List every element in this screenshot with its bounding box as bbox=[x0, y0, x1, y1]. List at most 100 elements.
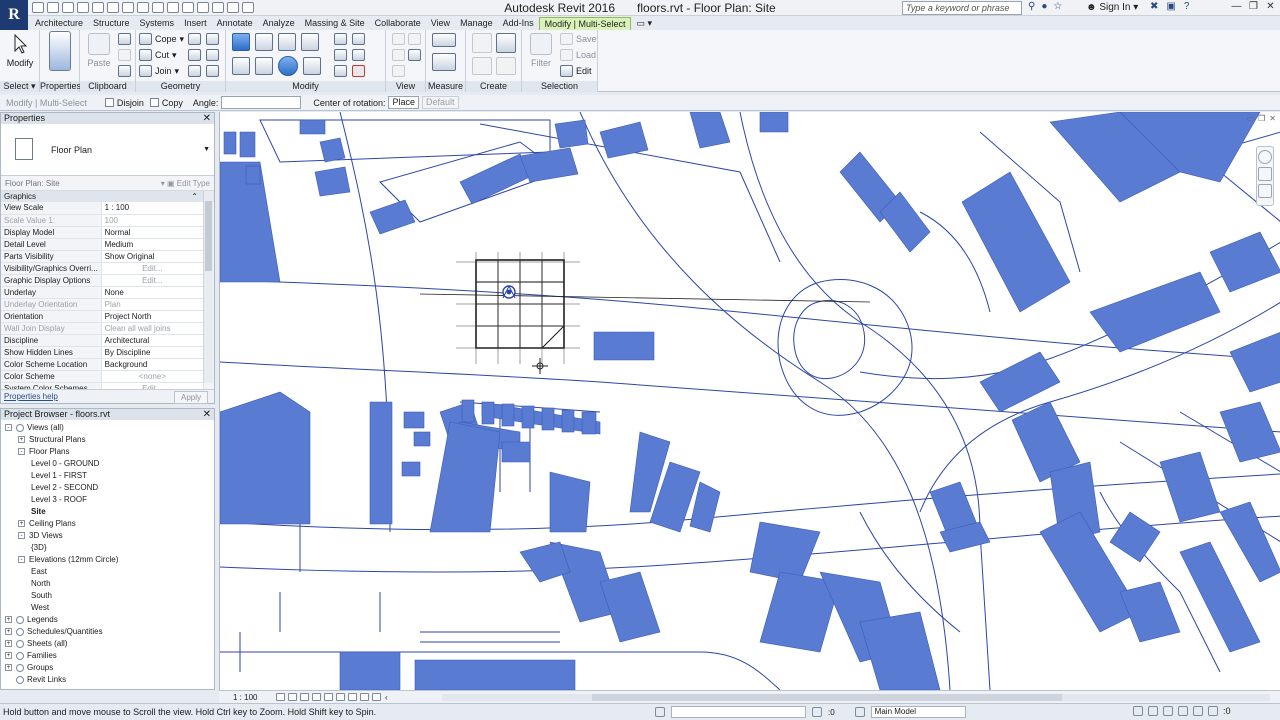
cut-geometry-button[interactable]: Cut ▾ bbox=[139, 49, 177, 61]
aligned-dimension-ribbon-icon[interactable] bbox=[432, 53, 456, 71]
communication-icon[interactable]: ▣ bbox=[1166, 1, 1175, 12]
minimize-icon[interactable]: — bbox=[1228, 0, 1245, 15]
tab-view[interactable]: View bbox=[426, 16, 455, 30]
browser-node[interactable]: - Elevations (12mm Circle) bbox=[1, 554, 214, 566]
close-icon[interactable]: ✕ bbox=[1262, 0, 1279, 15]
split-face-icon[interactable] bbox=[188, 49, 201, 61]
tab-massing-site[interactable]: Massing & Site bbox=[300, 16, 370, 30]
expand-icon[interactable]: + bbox=[5, 652, 12, 660]
select-links-icon[interactable] bbox=[1133, 706, 1143, 716]
worksharing-display-icon[interactable] bbox=[372, 693, 381, 701]
paint-icon[interactable] bbox=[206, 33, 219, 45]
canvas-minimize-icon[interactable]: ▭ bbox=[1247, 114, 1255, 123]
copy-modify-icon[interactable] bbox=[255, 57, 273, 75]
browser-node[interactable]: - Views (all) bbox=[1, 422, 214, 434]
browser-node[interactable]: West bbox=[1, 602, 214, 614]
array-icon[interactable] bbox=[334, 49, 347, 61]
remove-paint-icon[interactable] bbox=[206, 49, 219, 61]
select-by-face-icon[interactable] bbox=[1178, 706, 1188, 716]
default-button[interactable]: Default bbox=[421, 96, 459, 109]
tab-insert[interactable]: Insert bbox=[179, 16, 212, 30]
browser-node[interactable]: Level 2 - SECOND bbox=[1, 482, 214, 494]
browser-node[interactable]: {3D} bbox=[1, 542, 214, 554]
property-value[interactable]: Edit... bbox=[101, 274, 205, 287]
tab-structure[interactable]: Structure bbox=[88, 16, 135, 30]
property-value[interactable]: Normal bbox=[101, 226, 205, 239]
match-type-icon[interactable] bbox=[118, 65, 131, 77]
property-value[interactable]: Medium bbox=[101, 238, 205, 251]
delete-icon[interactable] bbox=[352, 65, 365, 77]
join-button[interactable]: Join ▾ bbox=[139, 65, 179, 77]
tab-collaborate[interactable]: Collaborate bbox=[370, 16, 426, 30]
trim-extend-icon[interactable] bbox=[303, 57, 321, 75]
browser-node[interactable]: + Legends bbox=[1, 614, 214, 626]
properties-button[interactable] bbox=[43, 31, 77, 74]
property-value[interactable]: Edit... bbox=[101, 262, 205, 275]
browser-node[interactable]: Level 3 - ROOF bbox=[1, 494, 214, 506]
browser-node[interactable]: - Floor Plans bbox=[1, 446, 214, 458]
pin-icon[interactable] bbox=[352, 33, 365, 45]
show-crop-icon[interactable] bbox=[336, 693, 345, 701]
browser-node[interactable]: + Groups bbox=[1, 662, 214, 674]
property-value[interactable]: By Discipline bbox=[101, 346, 205, 359]
type-selector[interactable]: Floor Plan ▼ bbox=[1, 124, 214, 176]
canvas-restore-icon[interactable]: ❐ bbox=[1258, 114, 1265, 123]
join-roof-icon[interactable] bbox=[188, 65, 201, 77]
pan-icon[interactable] bbox=[1258, 184, 1272, 198]
shadows-icon[interactable] bbox=[312, 693, 321, 701]
filter-button[interactable]: Filter bbox=[524, 33, 558, 68]
property-value[interactable]: 100 bbox=[101, 214, 205, 227]
cope-button[interactable]: Cope ▾ bbox=[139, 33, 184, 45]
expand-icon[interactable]: + bbox=[5, 664, 12, 672]
properties-scrollbar[interactable] bbox=[203, 191, 213, 383]
close-properties-icon[interactable]: ✕ bbox=[203, 113, 211, 124]
tab-analyze[interactable]: Analyze bbox=[258, 16, 300, 30]
wall-joins-icon[interactable] bbox=[188, 33, 201, 45]
workset-dropdown[interactable] bbox=[671, 706, 806, 718]
expand-icon[interactable]: + bbox=[18, 436, 25, 444]
split-element-icon[interactable] bbox=[334, 33, 347, 45]
tab-annotate[interactable]: Annotate bbox=[212, 16, 258, 30]
save-selection-button[interactable]: Save bbox=[560, 33, 597, 45]
chevron-down-icon[interactable]: ▼ bbox=[203, 146, 210, 153]
browser-node[interactable]: Site bbox=[1, 506, 214, 518]
navigation-bar[interactable] bbox=[1256, 146, 1274, 206]
browser-node[interactable]: South bbox=[1, 590, 214, 602]
temporary-hide-isolate-icon[interactable] bbox=[348, 693, 357, 701]
properties-help-link[interactable]: Properties help bbox=[4, 390, 58, 404]
edit-selection-button[interactable]: Edit bbox=[560, 65, 592, 77]
property-value[interactable]: Background bbox=[101, 358, 205, 371]
tab-add-ins[interactable]: Add-Ins bbox=[498, 16, 539, 30]
browser-node[interactable]: + Schedules/Quantities bbox=[1, 626, 214, 638]
property-value[interactable]: 1 : 100 bbox=[101, 202, 205, 215]
create-assembly-icon[interactable] bbox=[472, 33, 492, 53]
property-value[interactable]: <none> bbox=[101, 370, 205, 383]
copy-checkbox[interactable]: Copy bbox=[149, 98, 183, 108]
worksets-icon[interactable] bbox=[655, 707, 665, 717]
crop-view-icon[interactable] bbox=[324, 693, 333, 701]
expand-icon[interactable]: + bbox=[5, 628, 12, 636]
browser-node[interactable]: + Ceiling Plans bbox=[1, 518, 214, 530]
place-button[interactable]: Place bbox=[388, 96, 419, 109]
measure-distance-icon[interactable] bbox=[432, 33, 456, 47]
restore-icon[interactable]: ❐ bbox=[1245, 0, 1262, 15]
select-underlay-icon[interactable] bbox=[1148, 706, 1158, 716]
load-selection-button[interactable]: Load bbox=[560, 49, 596, 61]
rotate-icon[interactable] bbox=[278, 56, 298, 76]
reveal-hidden-icon[interactable] bbox=[360, 693, 369, 701]
main-model-dropdown[interactable]: Main Model bbox=[870, 706, 966, 718]
collapse-icon[interactable]: - bbox=[18, 556, 25, 564]
demolish-icon[interactable] bbox=[206, 65, 219, 77]
view-scale[interactable]: 1 : 100 bbox=[233, 693, 273, 702]
browser-node[interactable]: East bbox=[1, 566, 214, 578]
favorites-icon[interactable]: ☆ bbox=[1053, 1, 1062, 12]
site-plan-drawing[interactable] bbox=[220, 112, 1280, 690]
zoom-icon[interactable] bbox=[1258, 167, 1272, 181]
scrollbar-thumb[interactable] bbox=[205, 201, 212, 271]
expand-icon[interactable]: + bbox=[18, 520, 25, 528]
panel-select-label[interactable]: Select ▾ bbox=[0, 81, 39, 92]
apply-button[interactable]: Apply bbox=[173, 391, 208, 404]
chevron-left-icon[interactable]: ‹ bbox=[385, 693, 388, 702]
horizontal-scrollbar-thumb[interactable] bbox=[592, 694, 1062, 701]
tab-architecture[interactable]: Architecture bbox=[30, 16, 88, 30]
